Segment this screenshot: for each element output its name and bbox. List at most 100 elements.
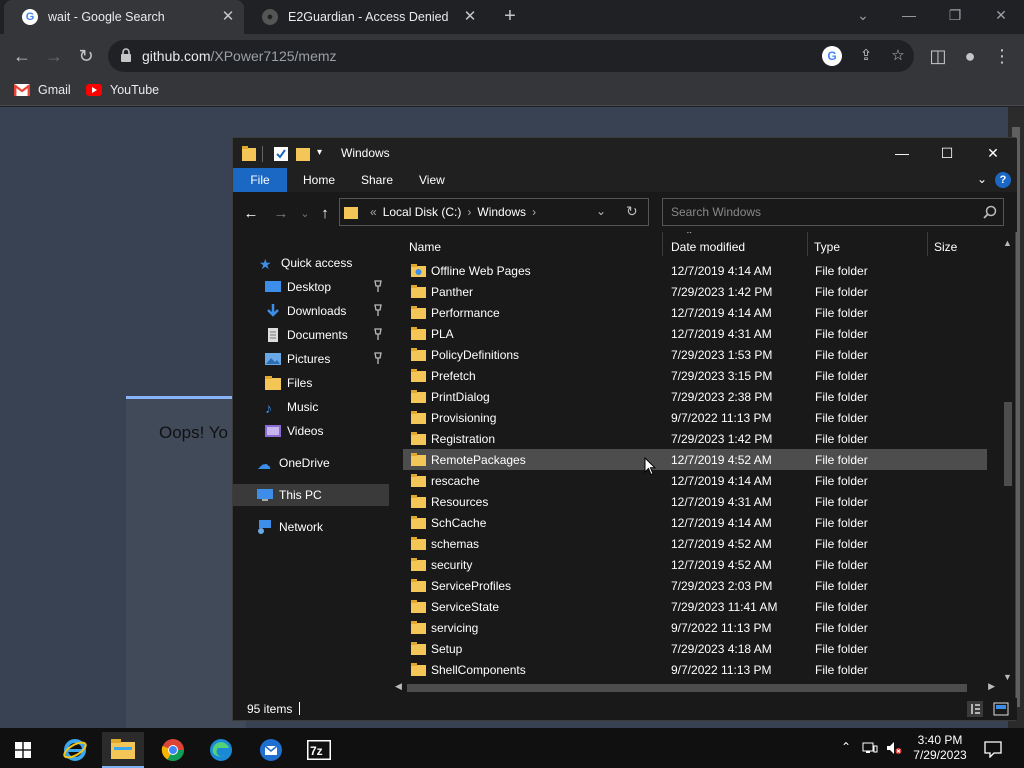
file-row[interactable]: ShellComponents 9/7/2022 11:13 PM File fol… bbox=[403, 659, 987, 680]
nav-downloads[interactable]: Downloads bbox=[233, 300, 389, 322]
minimize-icon[interactable]: — bbox=[885, 142, 919, 164]
expand-ribbon-icon[interactable]: ⌄ bbox=[977, 172, 987, 186]
share-icon[interactable]: ⇪ bbox=[856, 46, 876, 66]
file-row[interactable]: Prefetch 7/29/2023 3:15 PM File folder bbox=[403, 365, 987, 386]
properties-icon[interactable] bbox=[274, 146, 288, 162]
forward-icon[interactable]: → bbox=[271, 204, 291, 224]
taskbar-7zip[interactable]: 7z bbox=[298, 732, 340, 768]
close-tab-icon[interactable]: ✕ bbox=[220, 9, 236, 25]
restore-icon[interactable]: ❐ bbox=[942, 4, 968, 26]
side-panel-icon[interactable]: ◫ bbox=[926, 44, 950, 68]
maximize-icon[interactable]: ☐ bbox=[930, 142, 964, 164]
file-row[interactable]: servicing 9/7/2022 11:13 PM File folder bbox=[403, 617, 987, 638]
tab-share[interactable]: Share bbox=[347, 168, 407, 192]
reload-icon[interactable]: ↻ bbox=[74, 44, 98, 68]
file-row[interactable]: Performance 12/7/2019 4:14 AM File folder bbox=[403, 302, 987, 323]
address-bar[interactable]: github.com/XPower7125/memz G ⇪ ☆ bbox=[108, 40, 914, 72]
show-hidden-icons[interactable]: ⌃ bbox=[838, 740, 854, 756]
help-icon[interactable]: ? bbox=[995, 172, 1011, 188]
nav-pictures[interactable]: Pictures bbox=[233, 348, 389, 370]
refresh-icon[interactable]: ↻ bbox=[626, 203, 638, 220]
minimize-icon[interactable]: — bbox=[896, 4, 922, 26]
address-dropdown-icon[interactable]: ⌄ bbox=[596, 204, 606, 218]
notifications-icon[interactable] bbox=[984, 740, 1002, 758]
bookmark-gmail[interactable]: Gmail bbox=[14, 83, 71, 97]
scroll-up-icon[interactable]: ▲ bbox=[1003, 238, 1012, 248]
explorer-titlebar[interactable]: ▾ Windows — ☐ ✕ bbox=[233, 138, 1017, 168]
taskbar-thunderbird[interactable] bbox=[250, 732, 292, 768]
address-box[interactable]: «Local Disk (C:) › Windows › ⌄ ↻ bbox=[339, 198, 649, 226]
network-status-icon[interactable] bbox=[862, 740, 878, 756]
scroll-right-icon[interactable]: ▶ bbox=[988, 681, 995, 692]
file-row[interactable]: schemas 12/7/2019 4:52 AM File folder bbox=[403, 533, 987, 554]
nav-onedrive[interactable]: ☁ OneDrive bbox=[233, 452, 389, 474]
system-clock[interactable]: 3:40 PM 7/29/2023 bbox=[908, 733, 972, 763]
file-row[interactable]: Registration 7/29/2023 1:42 PM File folder bbox=[403, 428, 987, 449]
scroll-thumb[interactable] bbox=[1004, 402, 1012, 486]
file-row[interactable]: ServiceState 7/29/2023 11:41 AM File folde… bbox=[403, 596, 987, 617]
volume-muted-icon[interactable] bbox=[886, 740, 902, 756]
scroll-thumb[interactable] bbox=[407, 684, 967, 692]
file-row[interactable]: PLA 12/7/2019 4:31 AM File folder bbox=[403, 323, 987, 344]
file-row[interactable]: PrintDialog 7/29/2023 2:38 PM File folder bbox=[403, 386, 987, 407]
back-icon[interactable]: ← bbox=[10, 44, 34, 68]
pin-icon[interactable] bbox=[373, 328, 383, 340]
customize-toolbar-icon[interactable]: ▾ bbox=[317, 147, 327, 163]
up-icon[interactable]: ↑ bbox=[315, 204, 335, 224]
file-row[interactable]: Setup 7/29/2023 4:18 AM File folder bbox=[403, 638, 987, 659]
file-row[interactable]: Resources 12/7/2019 4:31 AM File folder bbox=[403, 491, 987, 512]
file-row[interactable]: Offline Web Pages 12/7/2019 4:14 AM File f… bbox=[403, 260, 987, 281]
search-input[interactable] bbox=[663, 199, 973, 225]
start-button[interactable] bbox=[2, 732, 44, 768]
file-row[interactable]: rescache 12/7/2019 4:14 AM File folder bbox=[403, 470, 987, 491]
file-row[interactable]: SchCache 12/7/2019 4:14 AM File folder bbox=[403, 512, 987, 533]
tab-google-search[interactable]: G wait - Google Search ✕ bbox=[4, 0, 244, 34]
back-icon[interactable]: ← bbox=[241, 204, 261, 224]
pin-icon[interactable] bbox=[373, 352, 383, 364]
pin-icon[interactable] bbox=[373, 304, 383, 316]
google-lens-icon[interactable]: G bbox=[822, 46, 842, 66]
profile-icon[interactable]: ● bbox=[958, 44, 982, 68]
breadcrumb-item[interactable]: Windows bbox=[477, 205, 526, 219]
tab-view[interactable]: View bbox=[405, 168, 459, 192]
forward-icon[interactable]: → bbox=[42, 44, 66, 68]
horizontal-scrollbar[interactable]: ◀ ▶ bbox=[393, 681, 997, 695]
file-row[interactable]: security 12/7/2019 4:52 AM File folder bbox=[403, 554, 987, 575]
close-tab-icon[interactable]: ✕ bbox=[462, 9, 478, 25]
scroll-left-icon[interactable]: ◀ bbox=[395, 681, 402, 692]
file-row[interactable]: Provisioning 9/7/2022 11:13 PM File folder bbox=[403, 407, 987, 428]
nav-network[interactable]: Network bbox=[233, 516, 389, 538]
column-date-modified[interactable]: Date modified bbox=[663, 232, 808, 256]
taskbar-edge[interactable] bbox=[200, 732, 242, 768]
new-folder-icon[interactable] bbox=[296, 146, 310, 162]
close-window-icon[interactable]: ✕ bbox=[988, 4, 1014, 26]
tab-e2guardian[interactable]: ● E2Guardian - Access Denied ✕ bbox=[244, 0, 486, 34]
nav-this-pc[interactable]: This PC bbox=[233, 484, 389, 506]
file-row[interactable]: ServiceProfiles 7/29/2023 2:03 PM File fol… bbox=[403, 575, 987, 596]
nav-videos[interactable]: Videos bbox=[233, 420, 389, 442]
details-view-icon[interactable] bbox=[967, 701, 983, 717]
nav-files[interactable]: Files bbox=[233, 372, 389, 394]
menu-icon[interactable]: ⋮ bbox=[990, 44, 1014, 68]
bookmark-star-icon[interactable]: ☆ bbox=[888, 46, 908, 66]
tab-file[interactable]: File bbox=[233, 168, 287, 192]
tab-home[interactable]: Home bbox=[289, 168, 349, 192]
close-icon[interactable]: ✕ bbox=[976, 142, 1010, 164]
taskbar-internet-explorer[interactable] bbox=[54, 732, 96, 768]
recent-locations-icon[interactable]: ⌄ bbox=[295, 204, 315, 224]
vertical-scrollbar[interactable]: ▲ ▼ bbox=[1001, 236, 1015, 684]
file-row[interactable]: RemotePackages 12/7/2019 4:52 AM File fold… bbox=[403, 449, 987, 470]
file-row[interactable]: Panther 7/29/2023 1:42 PM File folder bbox=[403, 281, 987, 302]
tab-search-icon[interactable]: ⌄ bbox=[850, 4, 876, 26]
taskbar-file-explorer[interactable] bbox=[102, 732, 144, 768]
breadcrumb-item[interactable]: Local Disk (C:) bbox=[383, 205, 462, 219]
file-row[interactable]: PolicyDefinitions 7/29/2023 1:53 PM File f… bbox=[403, 344, 987, 365]
scroll-down-icon[interactable]: ▼ bbox=[1003, 672, 1012, 682]
column-type[interactable]: Type bbox=[808, 232, 928, 256]
large-icons-view-icon[interactable] bbox=[993, 701, 1009, 717]
search-box[interactable] bbox=[662, 198, 1004, 226]
taskbar-chrome[interactable] bbox=[152, 732, 194, 768]
pin-icon[interactable] bbox=[373, 280, 383, 292]
nav-documents[interactable]: Documents bbox=[233, 324, 389, 346]
nav-quick-access[interactable]: ★ Quick access bbox=[233, 252, 389, 274]
